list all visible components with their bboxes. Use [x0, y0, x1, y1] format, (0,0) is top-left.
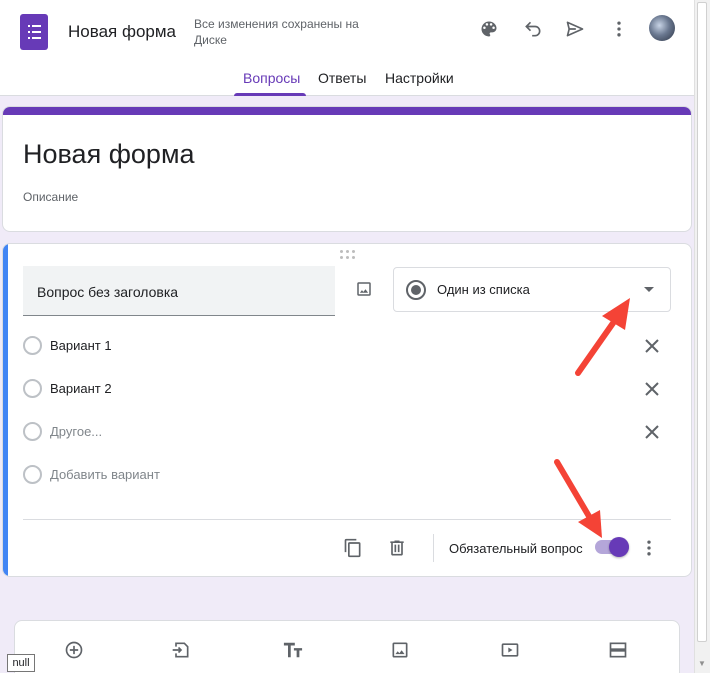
question-title: Вопрос без заголовка: [37, 284, 179, 300]
option-label[interactable]: Вариант 1: [50, 338, 112, 353]
tab-bar: Вопросы Ответы Настройки: [0, 62, 694, 96]
form-title[interactable]: Новая форма: [23, 139, 195, 170]
remove-option-icon[interactable]: [640, 420, 664, 444]
forms-logo-icon[interactable]: [20, 14, 48, 50]
question-type-label: Один из списка: [437, 282, 530, 297]
form-title-card[interactable]: Новая форма Описание: [2, 106, 692, 232]
more-vert-icon[interactable]: [606, 16, 632, 42]
add-title-icon[interactable]: [280, 637, 306, 663]
document-title[interactable]: Новая форма: [68, 22, 176, 42]
radio-circle-icon: [23, 465, 42, 484]
active-card-indicator: [3, 244, 8, 576]
tab-settings[interactable]: Настройки: [385, 70, 454, 86]
active-tab-indicator: [234, 93, 306, 96]
required-label: Обязательный вопрос: [449, 541, 583, 556]
form-description-field[interactable]: Описание: [23, 190, 78, 204]
save-status: Все изменения сохранены на Диске: [194, 17, 359, 47]
toggle-knob: [609, 537, 629, 557]
drag-handle-icon[interactable]: [340, 250, 356, 260]
radio-circle-icon: [23, 422, 42, 441]
add-section-icon[interactable]: [605, 637, 631, 663]
question-type-dropdown[interactable]: Один из списка: [393, 267, 671, 312]
tab-questions[interactable]: Вопросы: [243, 70, 300, 86]
undo-icon[interactable]: [520, 16, 546, 42]
remove-option-icon[interactable]: [640, 334, 664, 358]
option-label[interactable]: Вариант 2: [50, 381, 112, 396]
dropdown-arrow-icon[interactable]: [644, 287, 654, 292]
remove-option-icon[interactable]: [640, 377, 664, 401]
card-footer-divider: [23, 519, 671, 520]
add-video-icon[interactable]: [497, 637, 523, 663]
question-title-field[interactable]: Вопрос без заголовка: [23, 266, 335, 316]
required-toggle[interactable]: [595, 537, 629, 557]
add-question-icon[interactable]: [61, 637, 87, 663]
delete-icon[interactable]: [385, 536, 409, 560]
more-vert-icon[interactable]: [637, 536, 661, 560]
send-icon[interactable]: [562, 16, 588, 42]
header: Новая форма Все изменения сохранены на Д…: [0, 0, 694, 96]
scrollbar-thumb[interactable]: [697, 2, 707, 642]
option-row-other[interactable]: Другое...: [23, 422, 663, 442]
option-row[interactable]: Вариант 2: [23, 379, 663, 399]
tab-responses[interactable]: Ответы: [318, 70, 366, 86]
import-questions-icon[interactable]: [168, 637, 194, 663]
add-option-label[interactable]: Добавить вариант: [50, 467, 160, 482]
palette-icon[interactable]: [476, 16, 502, 42]
radio-circle-icon: [23, 336, 42, 355]
option-label[interactable]: Другое...: [50, 424, 102, 439]
add-image-icon[interactable]: [387, 637, 413, 663]
scroll-down-arrow-icon[interactable]: ▼: [696, 658, 708, 670]
radio-circle-icon: [23, 379, 42, 398]
question-toolbar: [14, 620, 680, 673]
avatar[interactable]: [649, 15, 675, 41]
add-option-row[interactable]: Добавить вариант: [23, 465, 663, 485]
theme-accent-bar: [3, 107, 691, 115]
footer-vertical-divider: [433, 534, 434, 562]
question-card[interactable]: Вопрос без заголовка Один из списка Вари…: [2, 243, 692, 577]
radio-type-icon: [406, 280, 426, 300]
duplicate-icon[interactable]: [341, 536, 365, 560]
tooltip: null: [7, 654, 35, 672]
option-row[interactable]: Вариант 1: [23, 336, 663, 356]
add-image-icon[interactable]: [351, 276, 377, 302]
